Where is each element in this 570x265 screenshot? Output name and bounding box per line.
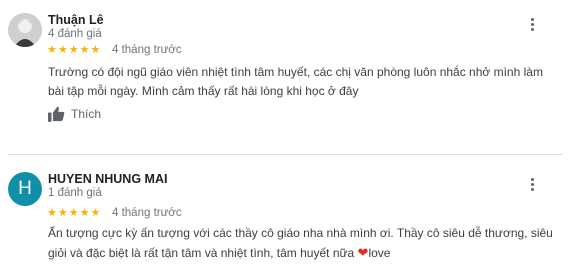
reviewer-name[interactable]: Thuận Lê	[48, 13, 104, 27]
reviewer-name[interactable]: HUYEN NHUNG MAI	[48, 172, 167, 186]
avatar[interactable]: H	[8, 172, 42, 206]
more-options-icon[interactable]	[524, 16, 540, 36]
avatar[interactable]	[8, 13, 42, 47]
like-button[interactable]: Thích	[48, 106, 101, 122]
review-time: 4 tháng trước	[112, 207, 182, 219]
like-label: Thích	[71, 107, 102, 121]
review-count: 1 đánh giá	[48, 187, 102, 199]
review-text-end: love	[368, 246, 391, 260]
review-text-main: Ấn tượng cực kỳ ấn tượng với các thầy cô…	[48, 226, 553, 260]
star-rating: ★★★★★	[47, 207, 102, 219]
more-options-icon[interactable]	[524, 176, 540, 196]
review-text: Ấn tượng cực kỳ ấn tượng với các thầy cô…	[48, 224, 558, 263]
thumbs-up-icon	[48, 106, 65, 122]
review-text: Trường có đội ngũ giáo viên nhiệt tình t…	[48, 65, 543, 98]
review-count: 4 đánh giá	[48, 28, 102, 40]
review-time: 4 tháng trước	[112, 44, 182, 56]
user-photo-icon	[8, 13, 42, 47]
divider	[8, 154, 562, 155]
heart-icon: ❤	[357, 245, 369, 260]
star-rating: ★★★★★	[47, 44, 102, 56]
